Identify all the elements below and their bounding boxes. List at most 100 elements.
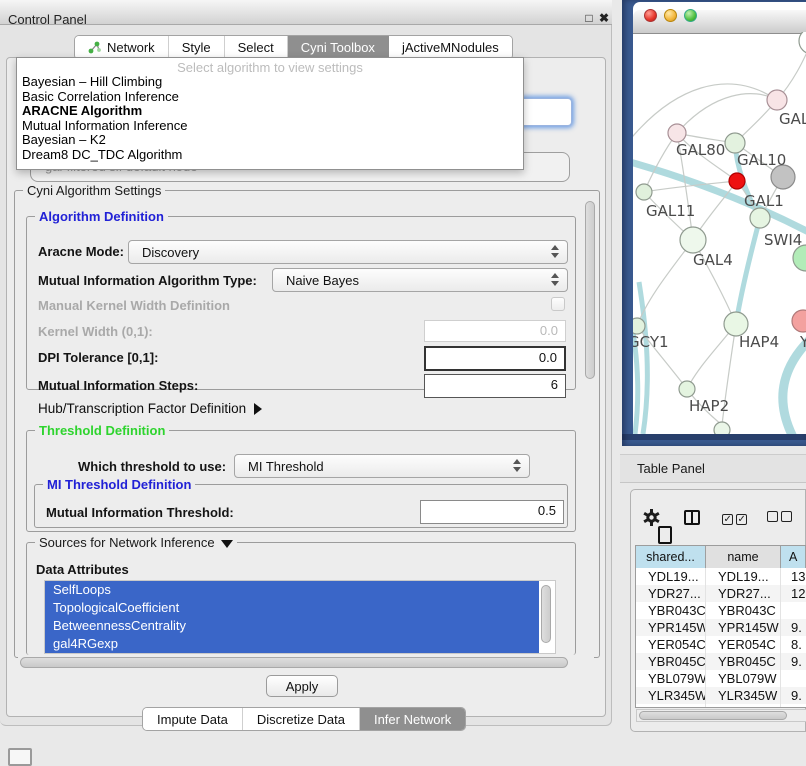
node-label: GAL (779, 110, 806, 128)
apply-button[interactable]: Apply (266, 675, 338, 697)
combo-stepper-icon (551, 245, 560, 258)
node-gal1[interactable] (750, 208, 770, 228)
attribute-item[interactable]: TopologicalCoefficient (45, 599, 539, 617)
column-view-icon[interactable] (684, 510, 700, 525)
table-row[interactable]: YLR345W YLR345W 9. (636, 687, 806, 704)
control-panel-titlebar[interactable] (0, 0, 612, 25)
aracne-mode-combobox[interactable]: Discovery (128, 240, 568, 264)
node-gal11[interactable] (636, 184, 652, 200)
tab-discretize-data[interactable]: Discretize Data (243, 708, 360, 730)
mi-type-label: Mutual Information Algorithm Type: (38, 273, 257, 288)
table-row[interactable]: YBL079W YBL079W (636, 670, 806, 687)
algorithm-option-aracne[interactable]: ARACNE Algorithm (17, 104, 523, 119)
select-all-icon[interactable]: ✓✓ (722, 510, 750, 525)
node-y-partial[interactable] (792, 310, 806, 332)
algorithm-option[interactable]: Dream8 DC_TDC Algorithm (17, 148, 523, 163)
table-header-row: shared... name A (636, 546, 806, 568)
minimize-traffic-light[interactable] (664, 9, 677, 22)
table-row[interactable]: YIL052C YIL052C 9. (636, 704, 806, 707)
deselect-all-icon[interactable] (767, 510, 795, 525)
hub-definition-toggle[interactable]: Hub/Transcription Factor Definition (38, 401, 262, 416)
algorithm-option[interactable]: Mutual Information Inference (17, 119, 523, 134)
settings-scrollbar-thumb[interactable] (585, 201, 595, 379)
tab-network[interactable]: Network (75, 36, 169, 59)
node-gcy1[interactable] (633, 318, 645, 334)
dpi-tolerance-field[interactable]: 0.0 (424, 346, 566, 371)
table-row[interactable]: YER054C YER054C 8. (636, 636, 806, 653)
which-threshold-label: Which threshold to use: (78, 459, 226, 474)
tab-select[interactable]: Select (225, 36, 288, 59)
dock-window-icon[interactable] (8, 748, 32, 766)
which-threshold-combobox[interactable]: MI Threshold (234, 454, 530, 478)
node-unnamed-top[interactable] (799, 32, 806, 54)
table-row[interactable]: YDR27... YDR27... 12 (636, 585, 806, 602)
kernel-width-field[interactable]: 0.0 (424, 320, 566, 342)
node-label: GCY1 (633, 333, 669, 351)
algorithm-dropdown-popup: Select algorithm to view settings Bayesi… (16, 57, 524, 170)
node-unnamed-bottom[interactable] (714, 422, 730, 434)
table-row[interactable]: YPR145W YPR145W 9. (636, 619, 806, 636)
mi-steps-label: Mutual Information Steps: (38, 378, 198, 393)
restore-icon[interactable]: □ (581, 11, 597, 27)
network-canvas[interactable]: GAL GAL80 GAL10 GAL11 GAL1 SWI4 GAL4 GCY… (633, 32, 806, 434)
kernel-width-label: Kernel Width (0,1): (38, 324, 153, 339)
algorithm-definition-title: Algorithm Definition (35, 209, 168, 224)
tab-cyni-toolbox[interactable]: Cyni Toolbox (288, 36, 389, 59)
collapse-down-icon (221, 540, 233, 548)
tab-jactivemnodules[interactable]: jActiveMNodules (389, 36, 512, 59)
data-attributes-list: SelfLoops TopologicalCoefficient Between… (44, 580, 556, 654)
node-label: GAL80 (676, 141, 725, 159)
table-hscrollbar-thumb[interactable] (639, 711, 787, 720)
node-red-selected[interactable] (729, 173, 745, 189)
dpi-tolerance-label: DPI Tolerance [0,1]: (38, 350, 158, 365)
gear-icon[interactable] (643, 509, 660, 526)
tab-style[interactable]: Style (169, 36, 225, 59)
algorithm-option[interactable]: Bayesian – K2 (17, 133, 523, 148)
attribute-item[interactable]: SelfLoops (45, 581, 539, 599)
network-frame-shadow (622, 434, 806, 440)
node-label: GAL4 (693, 251, 733, 269)
tab-impute-data[interactable]: Impute Data (143, 708, 243, 730)
column-header-partial[interactable]: A (781, 546, 806, 568)
expand-right-icon (254, 403, 262, 415)
node-label: HAP2 (689, 397, 729, 415)
close-traffic-light[interactable] (644, 9, 657, 22)
attribute-item[interactable]: gal4RGexp (45, 635, 539, 653)
close-icon[interactable]: ✖ (596, 11, 612, 27)
control-panel-title: Control Panel (8, 12, 87, 27)
node-gal10[interactable] (725, 133, 745, 153)
tab-infer-network[interactable]: Infer Network (360, 708, 465, 730)
column-header-shared-name[interactable]: shared... (636, 546, 706, 568)
node-label: SWI4 (764, 231, 802, 249)
mi-type-combobox[interactable]: Naive Bayes (272, 268, 568, 292)
node-gal-partial[interactable] (767, 90, 787, 110)
node-gal80[interactable] (668, 124, 686, 142)
column-header-name[interactable]: name (706, 546, 781, 568)
network-window-titlebar[interactable] (633, 10, 806, 34)
mi-steps-field[interactable]: 6 (424, 374, 566, 398)
table-row[interactable]: YBR043C YBR043C (636, 602, 806, 619)
mi-threshold-field[interactable]: 0.5 (420, 500, 564, 524)
algorithm-placeholder: Select algorithm to view settings (17, 58, 523, 75)
attribute-item[interactable]: BetweennessCentrality (45, 617, 539, 635)
panel-hscrollbar-thumb[interactable] (20, 657, 568, 668)
manual-kernel-checkbox[interactable] (551, 297, 565, 311)
sources-title[interactable]: Sources for Network Inference (35, 535, 237, 550)
network-node-labels: GAL GAL80 GAL10 GAL11 GAL1 SWI4 GAL4 GCY… (633, 110, 806, 415)
attributes-scrollbar-thumb[interactable] (541, 585, 551, 643)
table-row[interactable]: YBR045C YBR045C 9. (636, 653, 806, 670)
aracne-mode-label: Aracne Mode: (38, 244, 124, 259)
algorithm-option[interactable]: Basic Correlation Inference (17, 90, 523, 105)
combo-stepper-icon (513, 459, 522, 472)
mi-threshold-title: MI Threshold Definition (43, 477, 195, 492)
table-row[interactable]: YDL19... YDL19... 13 (636, 568, 806, 585)
node-label: GAL11 (646, 202, 695, 220)
node-label: GAL10 (737, 151, 786, 169)
document-icon[interactable] (658, 526, 672, 544)
data-attributes-label: Data Attributes (36, 562, 129, 577)
tab-network-label: Network (107, 40, 155, 55)
algorithm-option[interactable]: Bayesian – Hill Climbing (17, 75, 523, 90)
node-hap2[interactable] (679, 381, 695, 397)
node-gal4[interactable] (680, 227, 706, 253)
zoom-traffic-light[interactable] (684, 9, 697, 22)
